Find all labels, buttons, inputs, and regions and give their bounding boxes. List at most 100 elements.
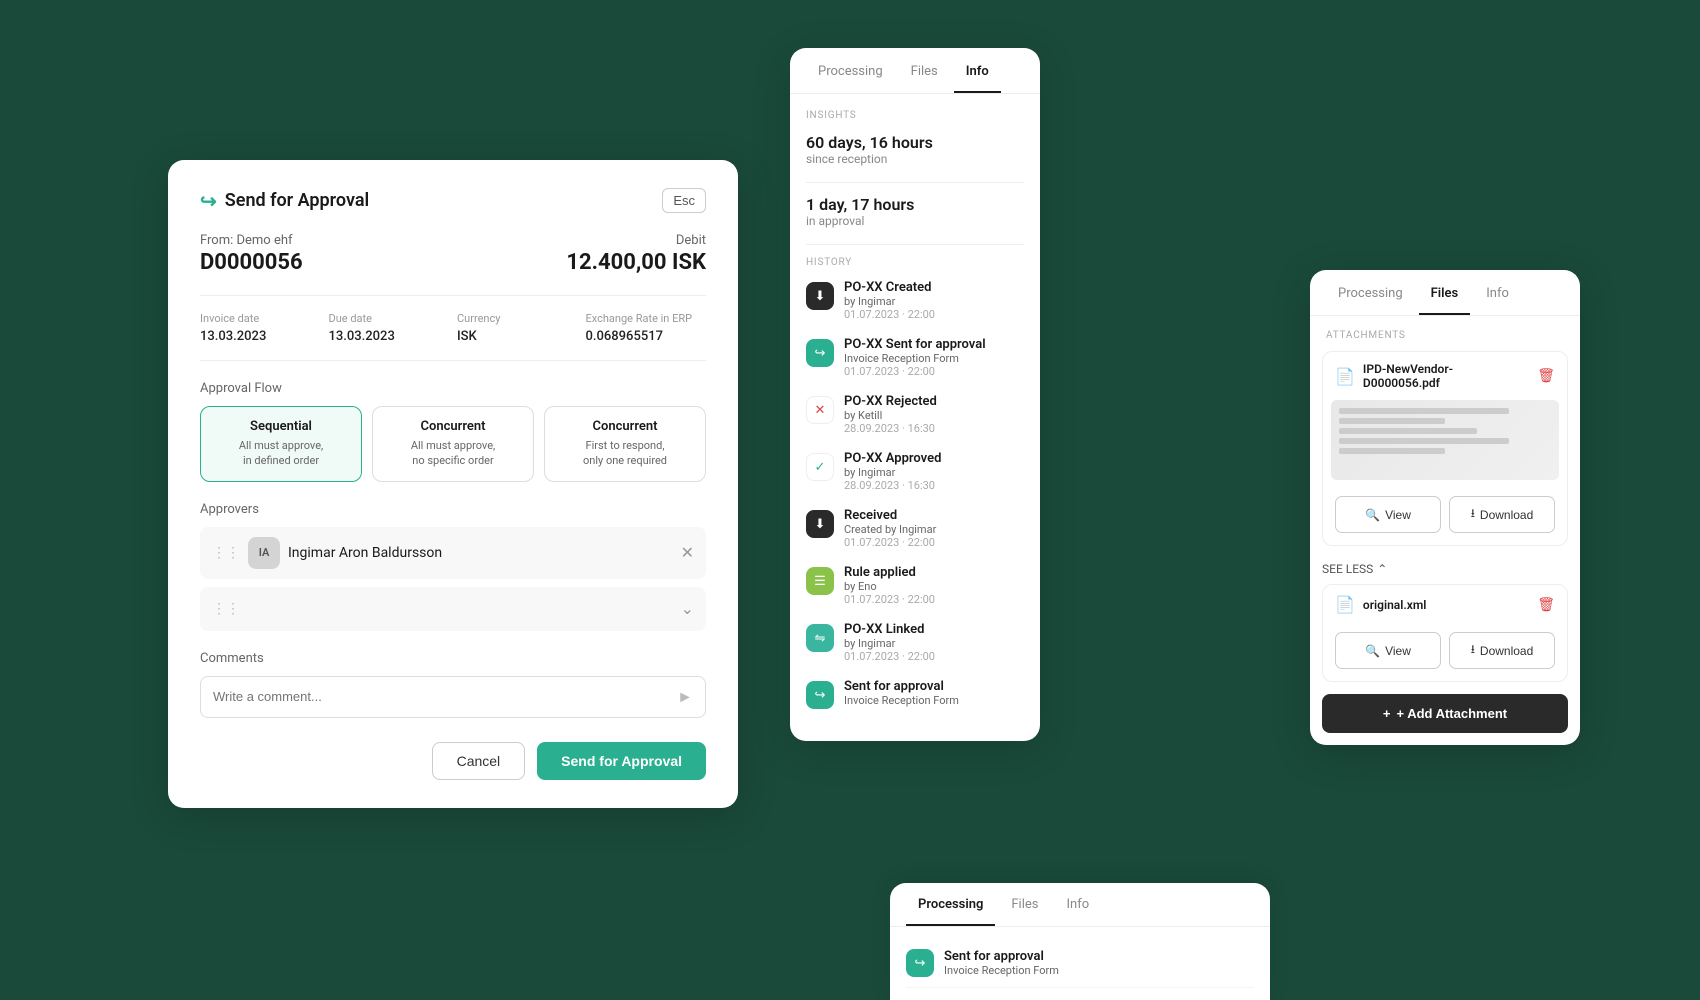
currency-value: ISK	[457, 329, 578, 344]
history-title-linked: PO-XX Linked	[844, 622, 935, 637]
chevron-up-icon: ⌃	[1377, 562, 1387, 576]
xml-view-button[interactable]: 🔍 View	[1335, 632, 1441, 669]
history-date-received: 01.07.2023 · 22:00	[844, 536, 936, 549]
attachment-xml: 📄 original.xml 🗑 🔍 View ⭳ Download	[1322, 584, 1568, 682]
proc-tab-files[interactable]: Files	[999, 883, 1050, 926]
preview-line-3	[1339, 428, 1477, 434]
pdf-actions: 🔍 View ⭳ Download	[1323, 488, 1567, 545]
history-sub-rejected: by Ketill	[844, 409, 937, 422]
comment-input[interactable]	[213, 689, 677, 704]
files-panel-tabs: Processing Files Info	[1310, 270, 1580, 316]
proc-tab-info[interactable]: Info	[1055, 883, 1102, 926]
invoice-id: D0000056	[200, 250, 566, 275]
flow-option-concurrent-all[interactable]: Concurrent All must approve,no specific …	[372, 406, 534, 482]
invoice-date-label: Invoice date	[200, 312, 321, 325]
history-title-created: PO-XX Created	[844, 280, 935, 295]
approver-dropdown-button[interactable]: ⌄	[681, 599, 694, 619]
view-icon: 🔍	[1365, 508, 1380, 522]
approval-flow-section: Approval Flow Sequential All must approv…	[200, 381, 706, 482]
attachments-label: ATTACHMENTS	[1326, 330, 1564, 341]
sequential-desc: All must approve,in defined order	[211, 438, 351, 469]
tab-files[interactable]: Files	[899, 48, 950, 93]
proc-sub: Invoice Reception Form	[944, 964, 1059, 977]
history-item-approved: ✓ PO-XX Approved by Ingimar 28.09.2023 ·…	[806, 451, 1024, 492]
xml-delete-icon[interactable]: 🗑	[1537, 597, 1555, 613]
xml-view-icon: 🔍	[1365, 644, 1380, 658]
processing-bottom-body: ↪ Sent for approval Invoice Reception Fo…	[890, 927, 1270, 1000]
history-sub-sent: Invoice Reception Form	[844, 352, 986, 365]
comments-label: Comments	[200, 651, 706, 666]
insight2-sub: in approval	[806, 214, 1024, 228]
history-icon-received: ⬇	[806, 510, 834, 538]
insight-in-approval: 1 day, 17 hours in approval	[806, 195, 1024, 228]
add-attachment-button[interactable]: + + Add Attachment	[1322, 694, 1568, 733]
attachment-xml-header: 📄 original.xml 🗑	[1323, 585, 1567, 624]
preview-line-1	[1339, 408, 1509, 414]
preview-line-4	[1339, 438, 1509, 444]
due-date-label: Due date	[329, 312, 450, 325]
approver-empty-row[interactable]: ⋮⋮ ⌄	[200, 587, 706, 631]
cancel-button[interactable]: Cancel	[432, 742, 526, 780]
history-label: HISTORY	[806, 257, 1024, 268]
proc-tab-processing[interactable]: Processing	[906, 883, 995, 926]
modal-title: ↪ Send for Approval	[200, 189, 369, 213]
add-icon: +	[1383, 706, 1391, 721]
drag-handle-icon[interactable]: ⋮⋮	[212, 545, 240, 561]
history-icon-created: ⬇	[806, 282, 834, 310]
flow-option-concurrent-first[interactable]: Concurrent First to respond,only one req…	[544, 406, 706, 482]
info-panel-tabs: Processing Files Info	[790, 48, 1040, 94]
pdf-file-icon: 📄	[1335, 367, 1355, 386]
debit-label: Debit	[566, 233, 706, 248]
history-title-rule: Rule applied	[844, 565, 935, 580]
insight1-sub: since reception	[806, 152, 1024, 166]
see-less-label: SEE LESS	[1322, 562, 1373, 576]
download-icon: ⭳	[1471, 504, 1475, 525]
history-item-sent: ↪ PO-XX Sent for approval Invoice Recept…	[806, 337, 1024, 378]
invoice-debit: Debit 12.400,00 ISK	[566, 233, 706, 275]
history-item-sent-approval: ↪ Sent for approval Invoice Reception Fo…	[806, 679, 1024, 709]
history-item-rejected: ✕ PO-XX Rejected by Ketill 28.09.2023 · …	[806, 394, 1024, 435]
sequential-title: Sequential	[211, 419, 351, 434]
invoice-info: From: Demo ehf D0000056 Debit 12.400,00 …	[200, 233, 706, 275]
history-date-created: 01.07.2023 · 22:00	[844, 308, 935, 321]
modal-title-text: Send for Approval	[225, 190, 369, 211]
xml-file-name: original.xml	[1363, 598, 1529, 612]
preview-line-5	[1339, 448, 1445, 454]
exchange-value: 0.068965517	[586, 329, 707, 344]
comments-section: Comments ►	[200, 651, 706, 718]
concurrent-first-title: Concurrent	[555, 419, 695, 434]
pdf-view-button[interactable]: 🔍 View	[1335, 496, 1441, 533]
history-item-received: ⬇ Received Created by Ingimar 01.07.2023…	[806, 508, 1024, 549]
history-item-linked: ⇋ PO-XX Linked by Ingimar 01.07.2023 · 2…	[806, 622, 1024, 663]
files-tab-info[interactable]: Info	[1474, 270, 1521, 315]
files-tab-files[interactable]: Files	[1419, 270, 1471, 315]
history-icon-rule: ☰	[806, 567, 834, 595]
files-tab-processing[interactable]: Processing	[1326, 270, 1415, 315]
tab-processing[interactable]: Processing	[806, 48, 895, 93]
flow-option-sequential[interactable]: Sequential All must approve,in defined o…	[200, 406, 362, 482]
esc-button[interactable]: Esc	[662, 188, 706, 213]
remove-approver-button[interactable]: ✕	[681, 543, 694, 563]
detail-invoice-date: Invoice date 13.03.2023	[200, 312, 321, 344]
proc-history-item: ↪ Sent for approval Invoice Reception Fo…	[906, 939, 1254, 988]
xml-download-button[interactable]: ⭳ Download	[1449, 632, 1555, 669]
send-comment-icon[interactable]: ►	[677, 687, 693, 707]
history-sub-received: Created by Ingimar	[844, 523, 936, 536]
history-date-rejected: 28.09.2023 · 16:30	[844, 422, 937, 435]
info-panel-body: INSIGHTS 60 days, 16 hours since recepti…	[790, 94, 1040, 741]
see-less-button[interactable]: SEE LESS ⌃	[1310, 558, 1580, 584]
flow-options: Sequential All must approve,in defined o…	[200, 406, 706, 482]
send-for-approval-button[interactable]: Send for Approval	[537, 742, 706, 780]
history-sub-linked: by Ingimar	[844, 637, 935, 650]
processing-bottom-tabs: Processing Files Info	[890, 883, 1270, 927]
pdf-delete-icon[interactable]: 🗑	[1537, 368, 1555, 384]
concurrent-all-title: Concurrent	[383, 419, 523, 434]
pdf-download-button[interactable]: ⭳ Download	[1449, 496, 1555, 533]
xml-view-label: View	[1385, 644, 1411, 658]
history-title-rejected: PO-XX Rejected	[844, 394, 937, 409]
tab-info[interactable]: Info	[954, 48, 1001, 93]
concurrent-all-desc: All must approve,no specific order	[383, 438, 523, 469]
history-date-approved: 28.09.2023 · 16:30	[844, 479, 941, 492]
insights-label: INSIGHTS	[806, 110, 1024, 121]
insight-since-reception: 60 days, 16 hours since reception	[806, 133, 1024, 166]
